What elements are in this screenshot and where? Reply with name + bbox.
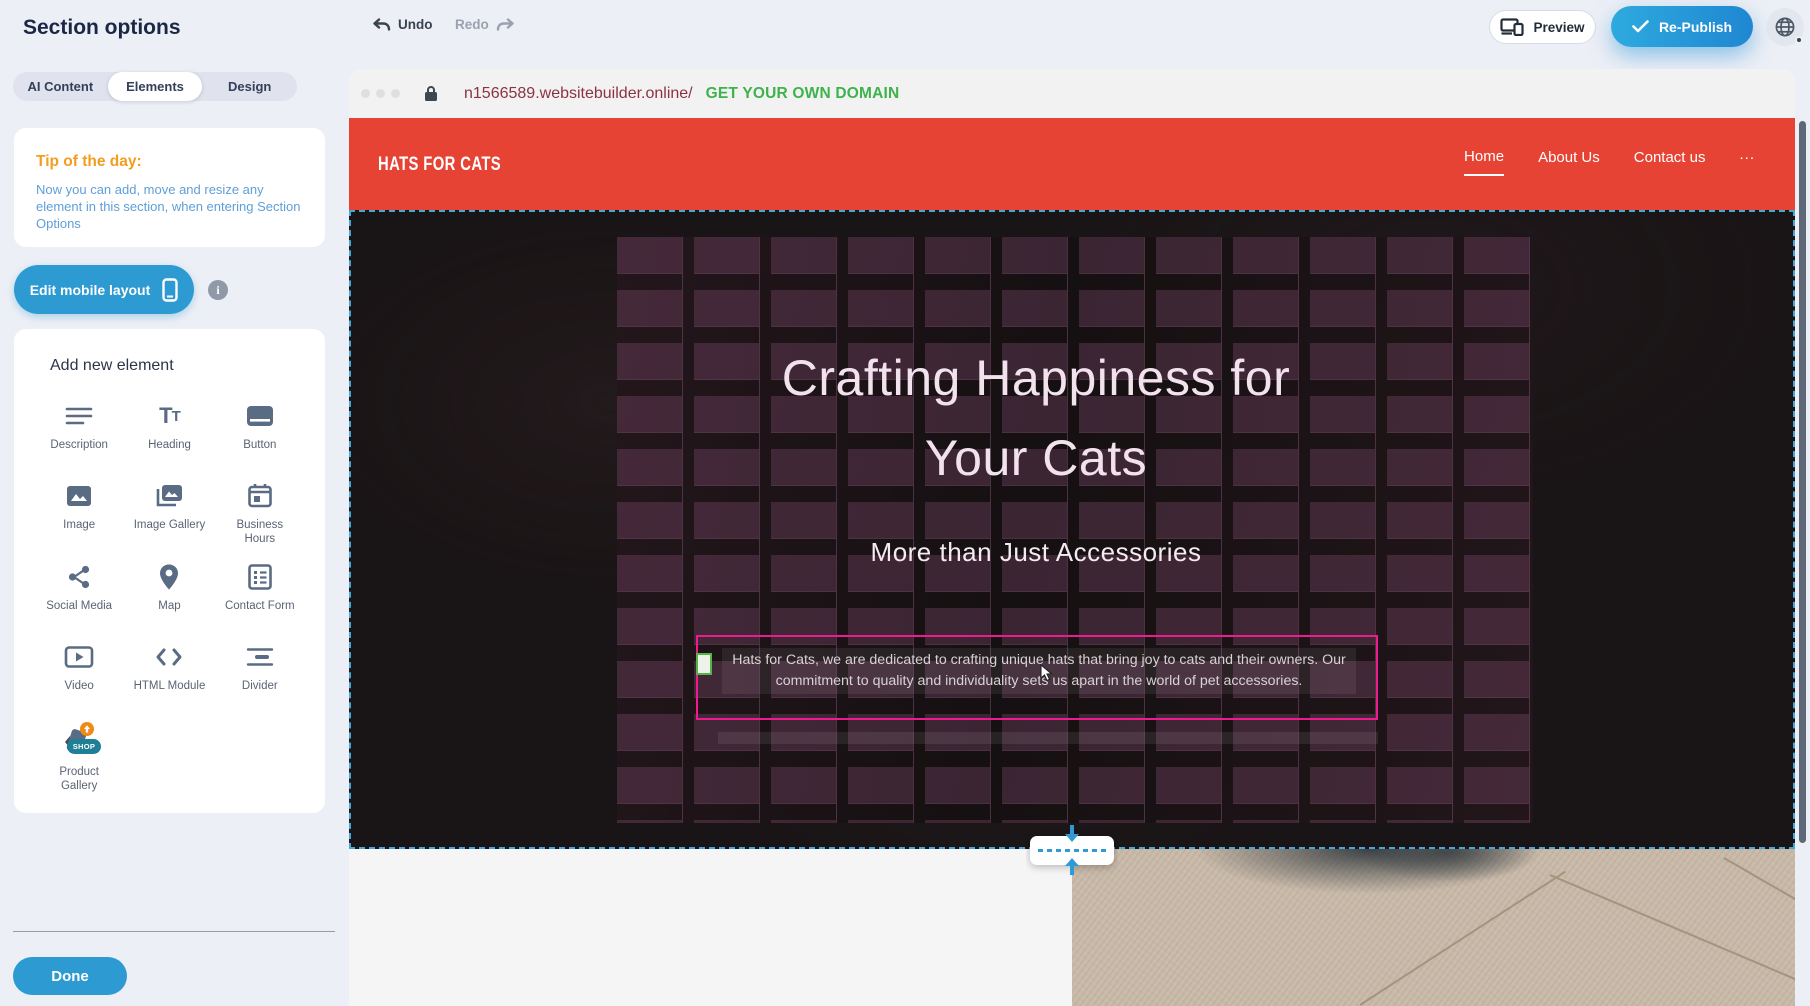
undo-button[interactable]: Undo <box>372 17 433 32</box>
add-new-element-title: Add new element <box>50 357 305 375</box>
language-globe-button[interactable] <box>1766 8 1804 46</box>
image-gallery-icon <box>154 479 184 513</box>
check-icon <box>1632 20 1649 33</box>
page-title: Section options <box>23 16 181 40</box>
canvas-scrollbar[interactable] <box>1799 121 1806 843</box>
element-description[interactable]: Description <box>34 399 124 465</box>
site-header: HATS FOR CATS Home About Us Contact us .… <box>349 118 1795 210</box>
element-image-gallery[interactable]: Image Gallery <box>124 479 214 546</box>
shop-badge: SHOP <box>67 739 101 754</box>
video-icon <box>64 640 94 674</box>
tip-of-the-day-card: Tip of the day: Now you can add, move an… <box>14 128 325 247</box>
tab-design[interactable]: Design <box>202 72 297 101</box>
business-hours-icon <box>247 479 273 513</box>
element-heading[interactable]: TT Heading <box>124 399 214 465</box>
element-ghost-band <box>718 732 1378 744</box>
product-gallery-icon: SHOP <box>57 720 101 760</box>
panel-tabs: AI Content Elements Design <box>13 72 297 101</box>
site-nav: Home About Us Contact us ... <box>1464 146 1755 177</box>
description-icon <box>65 399 93 433</box>
element-business-hours[interactable]: Business Hours <box>215 479 305 546</box>
nav-contact-us[interactable]: Contact us <box>1634 149 1706 175</box>
tip-body: Now you can add, move and resize any ele… <box>36 181 303 232</box>
site-url[interactable]: n1566589.websitebuilder.online/ <box>464 85 693 103</box>
social-media-icon <box>66 560 92 594</box>
hero-paragraph-element-selected[interactable]: Hats for Cats, we are dedicated to craft… <box>696 635 1378 720</box>
hero-subheading[interactable]: More than Just Accessories <box>736 537 1336 568</box>
sidebar-divider <box>13 931 335 932</box>
map-icon <box>157 560 181 594</box>
element-video[interactable]: Video <box>34 640 124 706</box>
pavement-line <box>1724 857 1796 914</box>
info-icon[interactable]: i <box>208 280 228 300</box>
element-contact-form[interactable]: Contact Form <box>215 560 305 626</box>
hero-heading[interactable]: Crafting Happiness for Your Cats <box>736 338 1336 498</box>
divider-icon <box>246 640 274 674</box>
site-logo[interactable]: HATS FOR CATS <box>378 154 501 176</box>
add-new-element-card: Add new element Description TT Heading B… <box>14 329 325 813</box>
redo-button[interactable]: Redo <box>455 17 515 32</box>
done-button[interactable]: Done <box>13 957 127 995</box>
pavement-line <box>1359 871 1566 1006</box>
next-section-left-column[interactable] <box>349 849 1072 1006</box>
tab-elements[interactable]: Elements <box>108 72 203 101</box>
element-divider[interactable]: Divider <box>215 640 305 706</box>
element-social-media[interactable]: Social Media <box>34 560 124 626</box>
contact-form-icon <box>247 560 273 594</box>
heading-icon: TT <box>159 399 180 433</box>
hero-paragraph[interactable]: Hats for Cats, we are dedicated to craft… <box>722 648 1356 694</box>
window-dots <box>361 89 400 98</box>
section-resize-handle[interactable] <box>1026 825 1118 880</box>
mobile-phone-icon <box>162 278 178 302</box>
button-icon <box>245 399 275 433</box>
element-product-gallery[interactable]: SHOP Product Gallery <box>34 720 124 793</box>
hero-section-selected[interactable]: Crafting Happiness for Your Cats More th… <box>349 210 1795 849</box>
element-image[interactable]: Image <box>34 479 124 546</box>
next-section-pavement-image[interactable] <box>1072 849 1795 1006</box>
nav-home[interactable]: Home <box>1464 148 1504 176</box>
element-html-module[interactable]: HTML Module <box>124 640 214 706</box>
tab-ai-content[interactable]: AI Content <box>13 72 108 101</box>
html-module-icon <box>155 640 183 674</box>
get-your-own-domain-link[interactable]: GET YOUR OWN DOMAIN <box>706 85 900 103</box>
undo-icon <box>372 18 391 32</box>
republish-button[interactable]: Re-Publish <box>1611 6 1753 47</box>
element-drag-handle[interactable] <box>696 653 712 675</box>
edit-mobile-layout-button[interactable]: Edit mobile layout <box>14 265 194 314</box>
edit-mobile-layout-label: Edit mobile layout <box>30 282 151 298</box>
element-map[interactable]: Map <box>124 560 214 626</box>
element-grid: Description TT Heading Button Image Imag… <box>34 399 305 793</box>
nav-about-us[interactable]: About Us <box>1538 149 1600 175</box>
browser-chrome-bar: n1566589.websitebuilder.online/ GET YOUR… <box>349 69 1795 118</box>
globe-icon <box>1774 16 1796 38</box>
globe-status-dot <box>1795 36 1803 44</box>
lock-icon <box>424 85 438 102</box>
nav-more[interactable]: ... <box>1739 146 1755 177</box>
pavement-line <box>1550 874 1795 985</box>
preview-devices-icon <box>1500 18 1524 36</box>
mouse-cursor <box>1040 664 1053 687</box>
element-button[interactable]: Button <box>215 399 305 465</box>
redo-icon <box>496 18 515 32</box>
preview-button[interactable]: Preview <box>1489 10 1596 44</box>
image-icon <box>65 479 93 513</box>
tip-title: Tip of the day: <box>36 153 303 171</box>
